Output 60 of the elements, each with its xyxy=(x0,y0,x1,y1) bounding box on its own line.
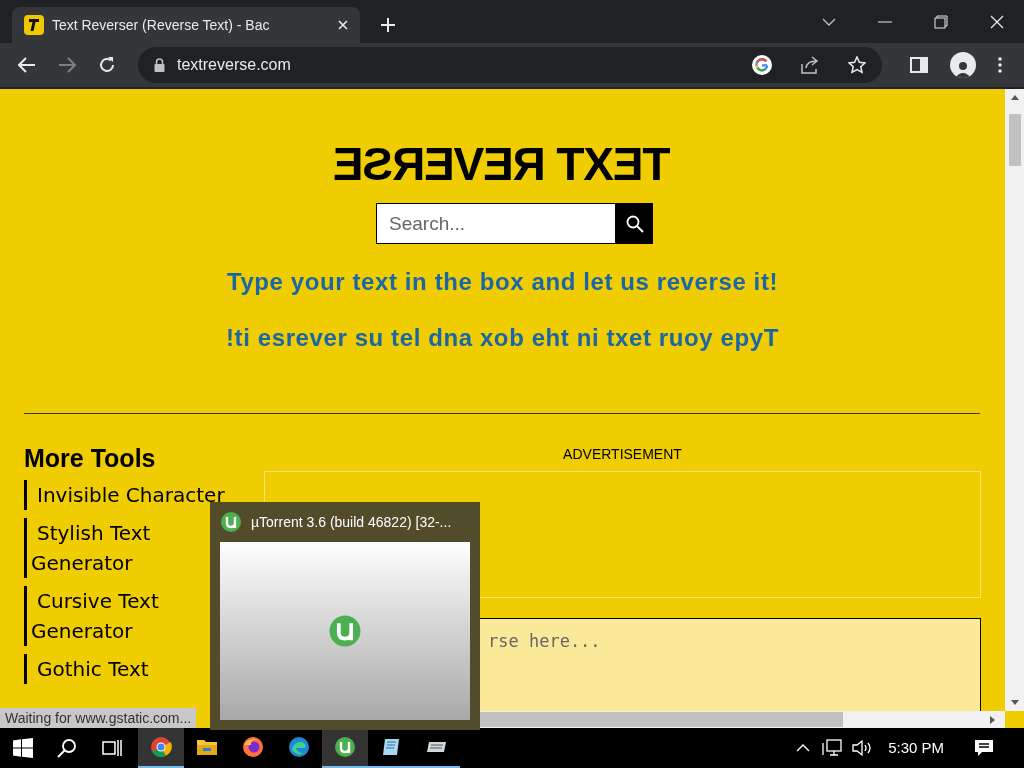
browser-tab[interactable]: Text Reverser (Reverse Text) - Bac xyxy=(12,7,360,43)
new-tab-icon[interactable] xyxy=(380,17,396,33)
ad-label: ADVERTISEMENT xyxy=(563,445,682,464)
search-icon[interactable] xyxy=(57,738,77,758)
headline: Type your text in the box and let us reverse it! xyxy=(226,267,779,297)
windows-start-icon[interactable] xyxy=(13,738,33,758)
side-panel-icon[interactable] xyxy=(910,57,928,73)
google-icon[interactable] xyxy=(752,55,772,75)
notepad-icon xyxy=(380,736,402,758)
taskbar-app[interactable] xyxy=(322,728,368,768)
back-icon[interactable] xyxy=(18,57,36,73)
close-icon[interactable] xyxy=(338,20,348,30)
task-view-icon[interactable] xyxy=(102,738,122,758)
network-icon[interactable] xyxy=(822,739,843,757)
utorrent-icon xyxy=(334,736,356,758)
search-field[interactable]: Search... xyxy=(376,203,616,244)
tool-link[interactable]: Stylish Text Generator xyxy=(24,518,153,578)
share-icon[interactable] xyxy=(800,56,820,74)
keyboard-icon xyxy=(426,739,448,755)
utorrent-icon xyxy=(328,614,362,648)
tool-link[interactable]: Cursive Text Generator xyxy=(24,586,161,646)
tool-link[interactable]: Gothic Text xyxy=(24,654,151,684)
lock-icon xyxy=(154,58,165,72)
minimize-icon[interactable] xyxy=(878,20,892,23)
address-bar[interactable]: textreverse.com xyxy=(138,47,882,83)
close-icon[interactable] xyxy=(990,14,1004,29)
scrollbar-thumb[interactable] xyxy=(480,712,843,727)
text-area-placeholder[interactable]: rse here... xyxy=(488,631,601,651)
scroll-up-icon[interactable] xyxy=(1010,95,1019,100)
section-heading: More Tools xyxy=(24,444,156,472)
horizontal-scrollbar[interactable] xyxy=(480,711,1005,728)
reload-icon[interactable] xyxy=(98,56,116,74)
search-icon xyxy=(625,214,644,233)
status-text: Waiting for www.gstatic.com... xyxy=(0,708,197,728)
scroll-right-icon[interactable] xyxy=(990,715,995,724)
thumbnail-tooltip[interactable]: µTorrent 3.6 (build 46822) [32-... xyxy=(210,502,480,730)
tab-title: Text Reverser (Reverse Text) - Bac xyxy=(51,15,271,35)
scroll-down-icon[interactable] xyxy=(1010,700,1019,705)
clock[interactable]: 5:30 PM xyxy=(888,736,944,760)
forward-icon[interactable] xyxy=(58,57,76,73)
preview-title: µTorrent 3.6 (build 46822) [32-... xyxy=(251,512,452,532)
taskbar-app[interactable] xyxy=(138,728,184,768)
utorrent-icon xyxy=(220,511,242,533)
chrome-icon xyxy=(150,736,172,758)
chevron-up-icon[interactable] xyxy=(796,744,811,752)
scrollbar-thumb[interactable] xyxy=(1008,114,1021,166)
star-icon[interactable] xyxy=(848,56,866,74)
reversed-headline: !ti esrever su tel dna xob eht ni txet ruoy epyT xyxy=(226,323,779,353)
url-text: textreverse.com xyxy=(177,55,291,75)
firefox-icon xyxy=(242,736,264,758)
notifications-icon[interactable] xyxy=(974,739,994,757)
search-button[interactable] xyxy=(616,203,653,244)
restore-icon[interactable] xyxy=(934,14,948,29)
edge-icon xyxy=(288,736,310,758)
vertical-scrollbar[interactable] xyxy=(1005,89,1024,711)
profile-avatar[interactable] xyxy=(950,52,976,78)
chevron-down-icon[interactable] xyxy=(822,17,836,26)
menu-icon[interactable] xyxy=(998,57,1002,73)
site-logo[interactable]: TEXT REVERSE xyxy=(334,141,671,187)
folder-icon xyxy=(196,737,218,757)
